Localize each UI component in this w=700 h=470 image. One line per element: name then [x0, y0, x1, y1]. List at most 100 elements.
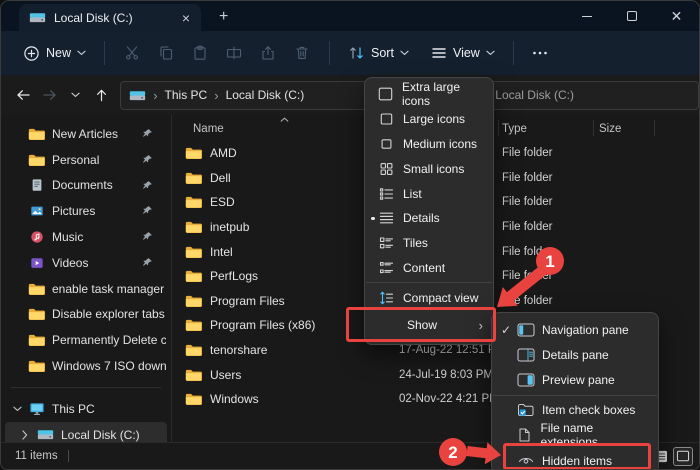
explorer-tab[interactable]: Local Disk (C:) × [19, 4, 201, 31]
small-icons-icon [377, 161, 395, 177]
hidden-items-icon [516, 454, 535, 468]
submenu-item-item-check-boxes[interactable]: Item check boxes [492, 398, 658, 423]
toolbar-separator [329, 41, 330, 65]
folder-icon [185, 269, 202, 283]
menu-item-show[interactable]: Show› [365, 310, 493, 340]
chevron-down-icon [77, 50, 86, 56]
new-button-label: New [46, 46, 71, 60]
sidebar-item[interactable]: Videos [5, 250, 167, 276]
pin-icon [142, 257, 153, 268]
column-header-size[interactable]: Size [599, 123, 621, 135]
pin-icon [142, 128, 153, 139]
chevron-down-icon[interactable] [11, 406, 23, 412]
menu-item-list[interactable]: List [365, 181, 493, 206]
ellipsis-icon [532, 50, 548, 56]
folder-icon [185, 171, 202, 185]
cut-button[interactable] [115, 38, 149, 68]
menu-item-content[interactable]: Content [365, 256, 493, 281]
submenu-item-preview-pane[interactable]: Preview pane [492, 367, 658, 392]
paste-button[interactable] [183, 38, 217, 68]
share-button[interactable] [251, 38, 285, 68]
sidebar-item[interactable]: New Articles [5, 121, 167, 147]
minimize-button[interactable] [564, 1, 609, 31]
documents-icon [28, 178, 45, 193]
breadcrumb-segment[interactable]: Local Disk (C:) [226, 88, 305, 102]
file-type: File folder [502, 196, 553, 208]
maximize-button[interactable] [609, 1, 654, 31]
file-type: File folder [502, 246, 553, 258]
sidebar-item[interactable]: Windows 7 ISO download [5, 353, 167, 379]
sidebar-item-label: Pictures [52, 204, 95, 218]
breadcrumb-segment[interactable]: This PC [165, 88, 208, 102]
sidebar-item[interactable]: Permanently Delete conte [5, 327, 167, 353]
submenu-item-file-name-extensions[interactable]: File name extensions [492, 423, 658, 448]
file-name: Windows [210, 392, 259, 406]
sidebar-item[interactable]: enable task manager in tas [5, 276, 167, 302]
content-view-icon [377, 260, 395, 276]
file-name: Dell [210, 171, 231, 185]
recent-locations-button[interactable] [63, 81, 89, 109]
column-header-name[interactable]: Name [193, 123, 224, 135]
sidebar-tree-item[interactable]: Local Disk (C:) [5, 422, 167, 442]
menu-item-small-icons[interactable]: Small icons [365, 156, 493, 181]
submenu-item-label: Navigation pane [542, 323, 629, 337]
column-divider[interactable] [498, 120, 499, 136]
navigation-pane: New ArticlesPersonalDocuments Pictures Mus… [1, 115, 171, 442]
delete-button[interactable] [285, 38, 319, 68]
menu-item-compact-view[interactable]: Compact view [365, 285, 493, 310]
show-submenu: ✓Navigation paneDetails panePreview pane… [491, 312, 659, 470]
sort-ascending-icon [280, 117, 289, 122]
music-icon [28, 230, 45, 245]
menu-item-label: Small icons [403, 162, 464, 176]
back-button[interactable] [11, 81, 37, 109]
file-name: tenorshare [210, 343, 267, 357]
breadcrumb-chevron-icon: › [153, 88, 157, 103]
sort-button[interactable]: Sort [340, 39, 417, 67]
submenu-item-navigation-pane[interactable]: ✓Navigation pane [492, 317, 658, 342]
column-divider[interactable] [654, 120, 655, 136]
sidebar-item-label: Music [52, 230, 83, 244]
file-explorer-window: Local Disk (C:) × + ✕ New Sort View [0, 0, 700, 470]
pin-icon [142, 231, 153, 242]
forward-button[interactable] [37, 81, 63, 109]
menu-item-large-icons[interactable]: Large icons [365, 107, 493, 132]
new-tab-button[interactable]: + [213, 6, 234, 28]
sidebar-item[interactable]: Music [5, 224, 167, 250]
menu-item-extra-large-icons[interactable]: Extra large icons [365, 82, 493, 107]
list-view-icon [377, 186, 395, 202]
new-button[interactable]: New [15, 39, 94, 68]
command-bar: New Sort View [1, 31, 699, 75]
sidebar-tree-item[interactable]: This PC [5, 396, 167, 422]
drive-icon [37, 428, 54, 441]
large-thumbnails-view-toggle[interactable] [673, 447, 693, 466]
chevron-right-icon[interactable] [19, 430, 31, 440]
sidebar-item[interactable]: Personal [5, 147, 167, 173]
submenu-item-label: Hidden items [542, 454, 612, 468]
submenu-chevron-icon: › [479, 318, 483, 333]
tab-close-icon[interactable]: × [179, 11, 193, 25]
submenu-item-hidden-items[interactable]: Hidden items [492, 448, 658, 470]
menu-item-details[interactable]: Details [365, 206, 493, 231]
folder-icon [185, 392, 202, 406]
sidebar-item[interactable]: Disable explorer tabs W11 [5, 302, 167, 328]
copy-button[interactable] [149, 38, 183, 68]
selected-bullet-icon [371, 217, 375, 221]
menu-item-tiles[interactable]: Tiles [365, 231, 493, 256]
submenu-item-details-pane[interactable]: Details pane [492, 342, 658, 367]
menu-item-medium-icons[interactable]: Medium icons [365, 132, 493, 157]
sidebar-item[interactable]: Documents [5, 173, 167, 199]
videos-icon [28, 255, 45, 270]
close-button[interactable]: ✕ [654, 1, 699, 31]
menu-separator [366, 282, 492, 283]
sidebar-item[interactable]: Pictures [5, 198, 167, 224]
pin-icon [142, 205, 153, 216]
extra-large-icons-icon [377, 86, 394, 102]
chevron-down-icon [400, 50, 409, 56]
up-button[interactable] [88, 81, 114, 109]
view-button[interactable]: View [423, 40, 503, 66]
rename-button[interactable] [217, 38, 251, 68]
more-options-button[interactable] [524, 44, 556, 62]
column-divider[interactable] [593, 120, 594, 136]
file-name: Program Files [210, 294, 285, 308]
column-header-type[interactable]: Type [502, 123, 527, 135]
